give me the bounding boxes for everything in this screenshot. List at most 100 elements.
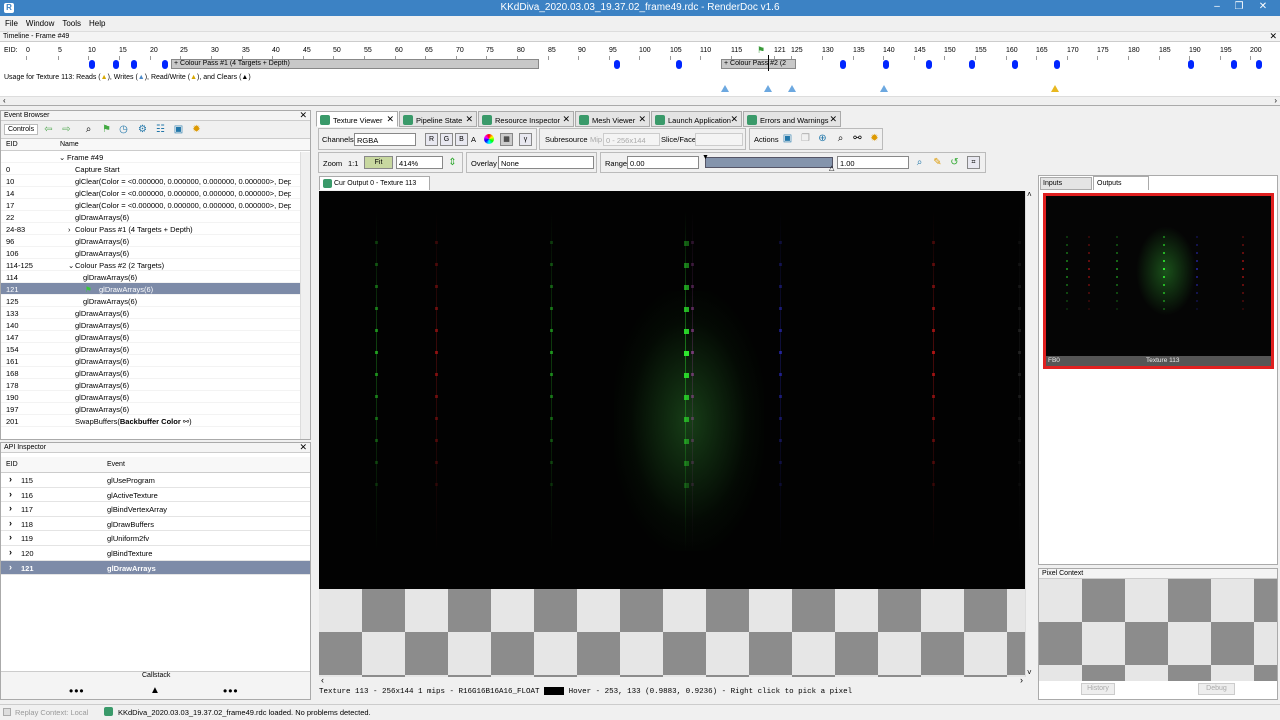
- controls-button[interactable]: Controls: [4, 124, 39, 135]
- event-row[interactable]: 178 glDrawArrays(6): [1, 379, 310, 391]
- copy-icon[interactable]: ❐: [800, 133, 811, 144]
- api-row[interactable]: › 117 glBindVertexArray: [1, 502, 310, 517]
- callstack-label[interactable]: Callstack: [142, 672, 170, 679]
- expand-chevron-icon[interactable]: ›: [9, 503, 12, 513]
- close-icon[interactable]: ✕: [386, 114, 394, 125]
- usage-write-marker[interactable]: [880, 85, 888, 92]
- blue-channel-toggle[interactable]: B: [455, 133, 468, 146]
- expand-up-icon[interactable]: ▲: [150, 685, 160, 696]
- green-channel-toggle[interactable]: G: [440, 133, 453, 146]
- timeline-event-dot[interactable]: [89, 60, 95, 69]
- collapse-chevron-icon[interactable]: ⌄: [59, 153, 65, 162]
- arrow-right-icon[interactable]: ⇨: [61, 124, 72, 135]
- event-row[interactable]: 121 ⚑ glDrawArrays(6): [1, 283, 310, 295]
- tab-pipeline-state[interactable]: Pipeline State ✕: [399, 111, 477, 127]
- api-row[interactable]: › 119 glUniform2fv: [1, 531, 310, 546]
- tab-outputs[interactable]: Outputs: [1093, 176, 1149, 190]
- save-icon[interactable]: ▣: [173, 124, 184, 135]
- timeline-event-dot[interactable]: [1012, 60, 1018, 69]
- timeline-event-dot[interactable]: [113, 60, 119, 69]
- zoom-fit-button[interactable]: Fit: [364, 156, 393, 169]
- overlay-select[interactable]: None: [498, 156, 594, 169]
- api-row[interactable]: › 120 glBindTexture: [1, 546, 310, 561]
- event-row[interactable]: 161 glDrawArrays(6): [1, 355, 310, 367]
- close-icon[interactable]: ✕: [299, 442, 307, 452]
- expand-chevron-icon[interactable]: ›: [9, 532, 12, 542]
- more-dots-icon[interactable]: •••: [223, 684, 239, 698]
- collapse-chevron-icon[interactable]: ⌄: [68, 261, 74, 270]
- range-max-handle[interactable]: △: [829, 164, 834, 172]
- expand-chevron-icon[interactable]: ›: [9, 562, 12, 572]
- range-min-handle[interactable]: ▼: [702, 154, 709, 161]
- minimize-icon[interactable]: –: [1206, 1, 1228, 13]
- event-row[interactable]: 140 glDrawArrays(6): [1, 319, 310, 331]
- event-row[interactable]: 147 glDrawArrays(6): [1, 331, 310, 343]
- event-row[interactable]: 106 glDrawArrays(6): [1, 247, 310, 259]
- reset-range-icon[interactable]: ↺: [949, 157, 960, 168]
- close-icon[interactable]: ✕: [829, 114, 837, 125]
- timer-icon[interactable]: ◷: [118, 124, 129, 135]
- expand-chevron-icon[interactable]: ›: [9, 489, 12, 499]
- timeline-event-dot[interactable]: [162, 60, 168, 69]
- event-row[interactable]: 10 glClear(Color = <0.000000, 0.000000, 0…: [1, 175, 310, 187]
- tab-mesh-viewer[interactable]: Mesh Viewer ✕: [575, 111, 650, 127]
- checkerboard-icon[interactable]: ▦: [500, 133, 513, 146]
- tab-errors-warnings[interactable]: Errors and Warnings ✕: [743, 111, 841, 127]
- link-icon[interactable]: ⚯: [181, 417, 189, 426]
- zoom-1to1-button[interactable]: 1:1: [348, 159, 358, 168]
- usage-write-marker[interactable]: [788, 85, 796, 92]
- tab-inputs[interactable]: Inputs: [1040, 177, 1092, 190]
- event-row[interactable]: 0 Capture Start: [1, 163, 310, 175]
- settings-gear-icon[interactable]: ✹: [869, 133, 880, 144]
- range-histogram-slider[interactable]: [705, 157, 833, 168]
- api-row[interactable]: › 116 glActiveTexture: [1, 488, 310, 503]
- event-row[interactable]: 168 glDrawArrays(6): [1, 367, 310, 379]
- zoom-select[interactable]: 414%: [396, 156, 443, 169]
- event-list-scrollbar[interactable]: [300, 152, 310, 439]
- binoculars-icon[interactable]: ⌕: [835, 133, 846, 144]
- event-row[interactable]: 114 glDrawArrays(6): [1, 271, 310, 283]
- event-row[interactable]: 201 SwapBuffers(Backbuffer Color ⚯): [1, 415, 310, 427]
- api-row[interactable]: › 118 glDrawBuffers: [1, 517, 310, 532]
- gamma-icon[interactable]: γ: [519, 133, 532, 146]
- expand-chevron-icon[interactable]: ›: [9, 474, 12, 484]
- close-icon[interactable]: ✕: [638, 114, 646, 125]
- tab-resource-inspector[interactable]: Resource Inspector ✕: [478, 111, 574, 127]
- event-row[interactable]: 197 glDrawArrays(6): [1, 403, 310, 415]
- timeline-event-dot[interactable]: [926, 60, 932, 69]
- range-max-input[interactable]: 1.00: [837, 156, 909, 169]
- timeline-pass-2[interactable]: + Colour Pass #2 (2: [721, 59, 796, 69]
- tab-texture-viewer[interactable]: Texture Viewer ✕: [316, 111, 398, 127]
- alpha-channel-toggle[interactable]: A: [471, 135, 476, 144]
- event-row[interactable]: 190 glDrawArrays(6): [1, 391, 310, 403]
- flip-vertical-icon[interactable]: ⇕: [447, 157, 458, 168]
- expand-chevron-icon[interactable]: ›: [9, 518, 12, 528]
- pixel-context-view[interactable]: [1039, 579, 1277, 681]
- viewer-vertical-scrollbar[interactable]: ˄ ˅: [1025, 190, 1035, 677]
- expand-chevron-icon[interactable]: ›: [9, 547, 12, 557]
- expand-chevron-icon[interactable]: ›: [68, 225, 71, 234]
- tab-launch-application[interactable]: Launch Application ✕: [651, 111, 742, 127]
- debug-button[interactable]: Debug: [1198, 683, 1235, 695]
- timeline-event-dot[interactable]: [969, 60, 975, 69]
- zoom-range-icon[interactable]: ⌕: [914, 157, 925, 168]
- output-thumbnail[interactable]: FB0 Texture 113: [1043, 193, 1274, 369]
- menu-tools[interactable]: Tools: [57, 16, 84, 28]
- save-texture-icon[interactable]: ▣: [782, 133, 793, 144]
- restore-icon[interactable]: ❐: [1228, 1, 1250, 13]
- timeline-scrollbar[interactable]: ‹ ›: [0, 96, 1280, 105]
- api-row[interactable]: › 121 glDrawArrays: [1, 560, 310, 576]
- timeline-event-dot[interactable]: [131, 60, 137, 69]
- timeline-event-dot[interactable]: [1256, 60, 1262, 69]
- column-settings-icon[interactable]: ☷: [155, 124, 166, 135]
- close-icon[interactable]: ✕: [562, 114, 570, 125]
- close-window-icon[interactable]: ✕: [1252, 1, 1274, 13]
- api-row[interactable]: › 115 glUseProgram: [1, 473, 310, 488]
- histogram-icon[interactable]: ⌗: [967, 156, 980, 169]
- usage-read-marker[interactable]: [1051, 85, 1059, 92]
- filter-icon[interactable]: ⚙: [137, 124, 148, 135]
- event-row[interactable]: 154 glDrawArrays(6): [1, 343, 310, 355]
- settings-gear-icon[interactable]: ✹: [191, 124, 202, 135]
- usage-write-marker[interactable]: [721, 85, 729, 92]
- timeline-event-dot[interactable]: [840, 60, 846, 69]
